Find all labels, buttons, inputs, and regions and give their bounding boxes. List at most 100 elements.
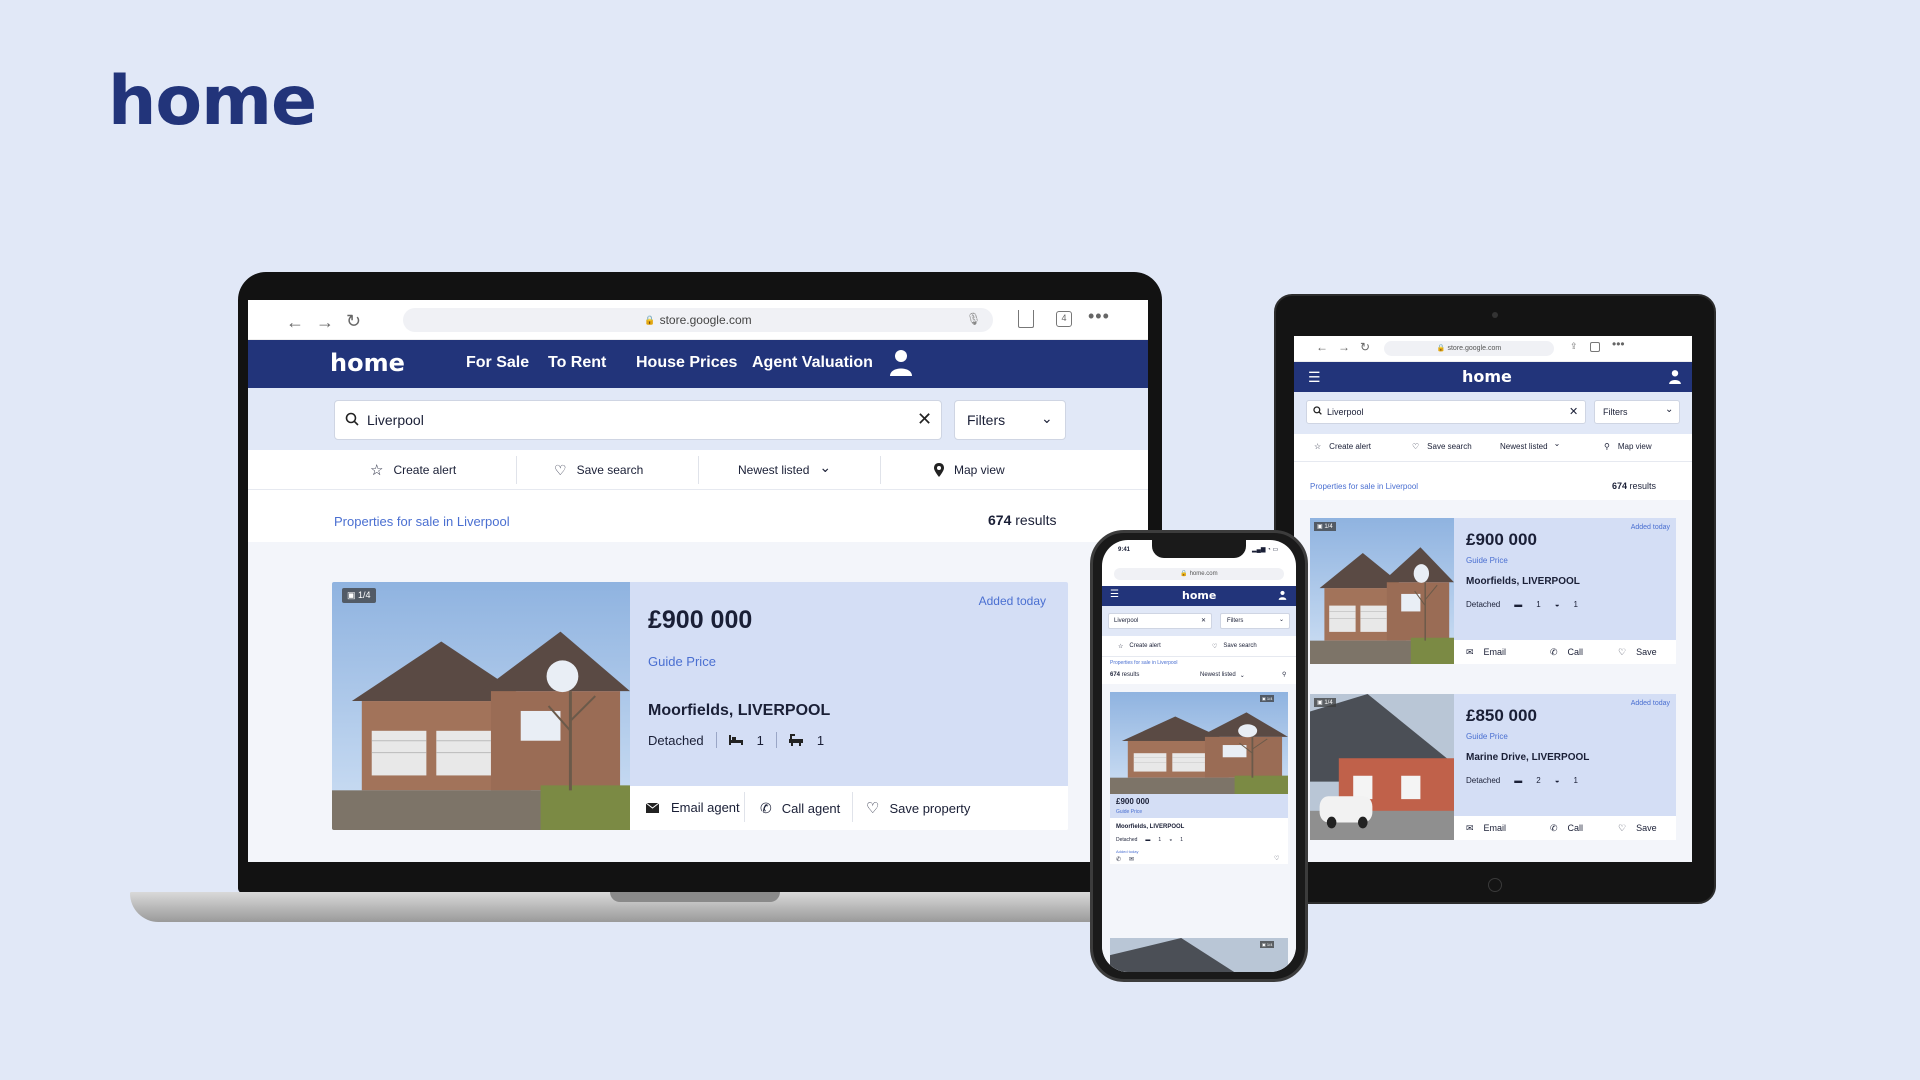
chevron-down-icon: ⌄ [1239,673,1245,679]
property-card[interactable]: ▣ 1/4 £900 000 Guide Price Moorfields, L… [1110,692,1288,864]
email-agent-button[interactable]: Email agent [646,800,740,815]
property-type: Detached [648,732,704,748]
call-button[interactable]: ✆ Call [1550,647,1583,658]
back-icon[interactable]: ← [1316,340,1328,354]
map-view-button[interactable]: ⚲ Map view [1604,442,1652,451]
forward-icon[interactable]: → [316,312,334,333]
sort-label: Newest listed [738,463,810,477]
heart-icon[interactable]: ♡ [1274,855,1279,862]
save-search-label: Save search [576,463,644,477]
search-input[interactable]: Liverpool ✕ [1108,613,1212,629]
create-alert-button[interactable]: ☆ Create alert [1118,643,1161,650]
mic-icon[interactable]: 🎙 [966,312,981,326]
results-heading[interactable]: Properties for sale in Liverpool [334,514,510,529]
forward-icon[interactable]: → [1338,340,1350,354]
map-pin-icon[interactable]: ⚲ [1282,671,1286,678]
email-agent-label: Email agent [671,800,740,815]
save-search-button[interactable]: ♡ Save search [554,450,643,490]
property-address[interactable]: Moorfields, LIVERPOOL [1116,824,1184,830]
lock-icon: 🔒 [1436,345,1446,352]
property-info: Added today £850 000 Guide Price Marine … [1454,694,1676,816]
filters-label: Filters [1603,407,1628,417]
results-heading[interactable]: Properties for sale in Liverpool [1310,482,1418,491]
email-button[interactable]: ✉ Email [1466,823,1506,834]
map-view-button[interactable]: Map view [934,450,1005,490]
save-button[interactable]: ♡ Save [1618,823,1657,834]
header-logo[interactable]: home [1462,367,1512,386]
heart-icon: ♡ [866,800,880,817]
filters-dropdown[interactable]: Filters ⌄ [954,400,1066,440]
property-photo[interactable] [1310,518,1454,664]
nav-agent-valuation[interactable]: Agent Valuation [752,354,873,372]
clear-icon[interactable]: ✕ [1201,617,1206,624]
nav-for-sale[interactable]: For Sale [466,354,529,372]
added-badge: Added today [1630,524,1670,531]
property-address[interactable]: Marine Drive, LIVERPOOL [1466,752,1589,763]
tabs-icon[interactable] [1590,342,1600,352]
reload-icon[interactable]: ↻ [1360,340,1370,354]
clear-icon[interactable]: ✕ [917,409,932,430]
share-icon[interactable] [1018,310,1034,328]
address-bar[interactable]: 🔒 store.google.com [1384,341,1554,356]
card-actions: ✆ ✉ [1116,856,1134,863]
sort-dropdown[interactable]: Newest listed ⌄ [1500,439,1560,451]
hamburger-icon[interactable]: ☰ [1110,589,1119,600]
address-bar[interactable]: 🔒 store.google.com [403,308,993,332]
property-card[interactable]: ▣ 1/4 [1110,938,1288,972]
more-icon[interactable]: ••• [1612,337,1625,351]
filters-dropdown[interactable]: Filters ⌄ [1594,400,1680,424]
call-agent-button[interactable]: ✆ Call agent [760,800,840,817]
clear-icon[interactable]: ✕ [1569,405,1578,418]
photo-count: 1/4 [1324,524,1333,530]
property-card[interactable]: ▣ 1/4 Added today £850 000 Guide Price M… [1310,694,1676,840]
sort-dropdown[interactable]: Newest listed ⌄ [1200,672,1245,679]
user-icon[interactable] [1668,369,1682,384]
header-logo[interactable]: home [330,349,405,377]
site-header: ☰ home [1294,362,1692,392]
header-logo[interactable]: home [1182,589,1216,602]
search-input[interactable]: Liverpool ✕ [1306,400,1586,424]
create-alert-button[interactable]: ☆ Create alert [370,450,456,490]
phone-icon[interactable]: ✆ [1116,856,1121,863]
property-card[interactable]: ▣ 1/4 Added today £900 000 Guide Price M… [1310,518,1676,664]
more-icon[interactable]: ••• [1088,306,1110,327]
envelope-icon[interactable]: ✉ [1129,856,1134,863]
filters-dropdown[interactable]: Filters ⌄ [1220,613,1290,629]
property-price: £900 000 [1116,797,1150,806]
share-icon[interactable]: ⇪ [1570,341,1578,352]
image-icon: ▣ [1262,942,1266,947]
search-input[interactable]: Liverpool ✕ [334,400,942,440]
photo-count: 1/4 [358,590,371,600]
property-card[interactable]: ▣ 1/4 Added today £900 000 Guide Price M… [332,582,1068,830]
bath-icon: ◒ [1554,600,1560,609]
property-address[interactable]: Moorfields, LIVERPOOL [1466,576,1580,587]
envelope-icon: ✉ [1466,823,1474,833]
phone-icon: ✆ [1550,823,1558,833]
phone-screen: 9:41 ▂▄▆ ◔ ▭ 🔒 home.com ☰ home Liverpool… [1102,540,1296,972]
sort-dropdown[interactable]: Newest listed ⌄ [738,450,831,490]
property-info: Added today £900 000 Guide Price Moorfie… [630,582,1068,786]
reload-icon[interactable]: ↻ [346,311,361,332]
results-heading[interactable]: Properties for sale in Liverpool [1110,660,1178,666]
save-button[interactable]: ♡ Save [1618,647,1657,658]
address-bar[interactable]: 🔒 home.com [1114,568,1284,580]
property-address[interactable]: Moorfields, LIVERPOOL [648,702,830,720]
nav-to-rent[interactable]: To Rent [548,354,606,372]
save-property-button[interactable]: ♡ Save property [866,799,970,817]
tabs-icon[interactable]: 4 [1056,311,1072,327]
call-button[interactable]: ✆ Call [1550,823,1583,834]
user-icon[interactable] [888,348,914,376]
property-photo[interactable] [332,582,630,830]
hamburger-icon[interactable]: ☰ [1308,369,1321,386]
chevron-down-icon: ⌄ [1041,410,1053,426]
create-alert-button[interactable]: ☆ Create alert [1314,442,1371,451]
save-search-button[interactable]: ♡ Save search [1212,643,1257,650]
nav-house-prices[interactable]: House Prices [636,354,737,372]
property-photo[interactable] [1310,694,1454,840]
back-icon[interactable]: ← [286,312,304,333]
user-icon[interactable] [1278,590,1287,600]
email-button[interactable]: ✉ Email [1466,647,1506,658]
save-search-button[interactable]: ♡ Save search [1412,442,1472,451]
property-photo[interactable] [1110,692,1288,794]
bath-count: 1 [1573,600,1578,609]
